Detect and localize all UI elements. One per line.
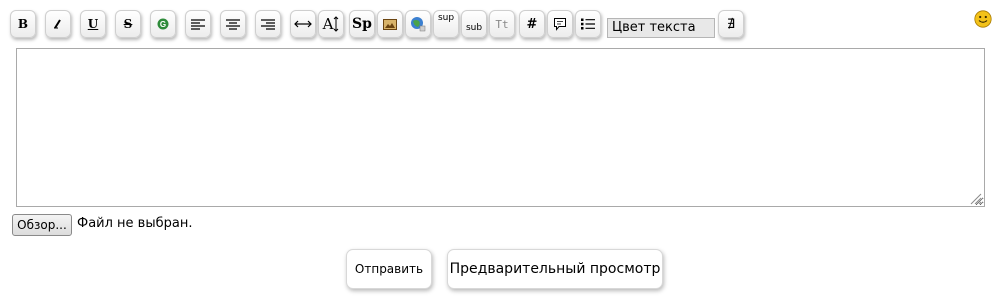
align-left-icon xyxy=(191,18,205,30)
font-size-button[interactable]: A xyxy=(318,10,344,38)
superscript-icon: sup xyxy=(437,13,455,23)
typewriter-icon: Tt xyxy=(495,17,509,31)
image-button[interactable] xyxy=(377,10,403,38)
hash-icon: # xyxy=(526,16,538,32)
spoiler-icon: Sp xyxy=(352,16,372,32)
browse-file-button[interactable]: Обзор... xyxy=(12,214,72,236)
google-icon: G xyxy=(157,18,169,30)
align-right-icon xyxy=(261,18,275,30)
smiley-icon[interactable] xyxy=(974,10,992,28)
align-right-button[interactable] xyxy=(255,10,281,38)
italic-icon xyxy=(54,19,61,29)
align-left-button[interactable] xyxy=(185,10,211,38)
quote-button[interactable] xyxy=(547,10,573,38)
extra-format-button[interactable]: ∄ xyxy=(718,10,744,38)
subscript-icon: sub xyxy=(465,23,483,33)
underline-button[interactable]: U xyxy=(80,10,106,38)
list-button[interactable] xyxy=(575,10,601,38)
image-icon xyxy=(383,18,397,30)
send-button[interactable]: Отправить xyxy=(346,249,432,289)
strikethrough-button[interactable]: S xyxy=(115,10,141,38)
align-center-icon xyxy=(226,18,240,30)
preview-button[interactable]: Предварительный просмотр xyxy=(447,249,663,289)
italic-button[interactable] xyxy=(45,10,71,38)
subscript-button[interactable]: sub xyxy=(461,10,487,38)
message-editor[interactable] xyxy=(16,48,985,207)
font-size-icon: A xyxy=(323,15,340,33)
typewriter-button[interactable]: Tt xyxy=(489,10,515,38)
bold-button[interactable]: B xyxy=(10,10,36,38)
bulleted-list-icon xyxy=(581,18,595,30)
speech-bubble-icon xyxy=(554,18,566,31)
spoiler-button[interactable]: Sp xyxy=(349,10,375,38)
link-button[interactable] xyxy=(405,10,431,38)
file-status-text: Файл не выбран. xyxy=(77,216,193,231)
code-button[interactable]: # xyxy=(519,10,545,38)
superscript-button[interactable]: sup xyxy=(433,10,459,38)
underline-icon: U xyxy=(87,17,99,31)
bold-icon: B xyxy=(17,17,29,31)
strikethrough-icon: S xyxy=(123,17,133,31)
svg-text:G: G xyxy=(160,20,166,29)
horizontal-arrows-icon xyxy=(294,20,312,28)
align-center-button[interactable] xyxy=(220,10,246,38)
justify-button[interactable] xyxy=(290,10,316,38)
google-button[interactable]: G xyxy=(150,10,176,38)
text-color-select[interactable]: Цвет текста xyxy=(607,18,715,38)
extra-format-icon: ∄ xyxy=(726,16,736,32)
globe-link-icon xyxy=(411,17,426,32)
